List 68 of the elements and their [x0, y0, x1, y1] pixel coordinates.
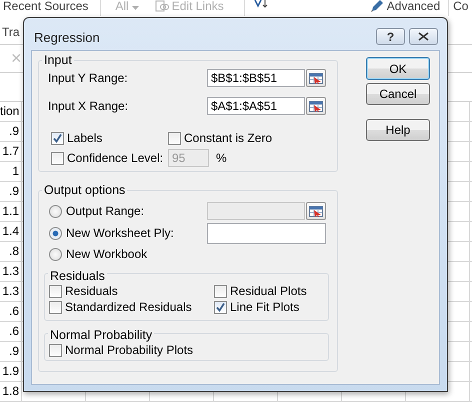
table-cell: 1.4 [0, 222, 22, 241]
table-cell: 1.9 [0, 362, 22, 381]
table-cell: 1 [0, 162, 22, 181]
help-button[interactable]: ? [376, 28, 405, 45]
table-cell: .9 [0, 122, 22, 141]
range-picker-icon [309, 100, 323, 112]
table-cell: 1.1 [0, 202, 22, 221]
checkbox[interactable] [168, 132, 181, 144]
checkbox-label[interactable]: Residuals [65, 284, 118, 298]
ribbon-button[interactable]: Recent Sources [3, 0, 102, 16]
checkbox-label[interactable]: Confidence Level: [67, 151, 164, 165]
table-cell: 1.8 [0, 382, 22, 401]
range-picker-icon [309, 206, 323, 216]
range-select-button[interactable] [306, 97, 326, 115]
close-button[interactable] [409, 28, 438, 45]
checkbox[interactable] [49, 344, 62, 356]
radio-button[interactable] [49, 248, 62, 260]
field-label: Input Y Range: [48, 71, 129, 85]
table-cell: 1.7 [0, 142, 22, 161]
radio-label[interactable]: Output Range: [66, 204, 144, 218]
table-cell: .9 [0, 342, 22, 361]
window-title: Regression [34, 30, 101, 45]
table-cell: .8 [0, 242, 22, 261]
radio-label[interactable]: New Workbook [66, 247, 148, 261]
pencil-icon [370, 0, 384, 13]
sort-icon [254, 0, 270, 8]
ribbon-button[interactable]: Advanced [370, 0, 450, 16]
table-cell: .6 [0, 302, 22, 321]
dialog-button[interactable]: Help [366, 119, 430, 141]
group-title: Input [42, 53, 74, 67]
dialog-button[interactable]: OK [366, 57, 430, 80]
input-field[interactable]: $A$1:$A$51 [207, 97, 305, 115]
dialog-button[interactable]: Cancel [366, 83, 430, 105]
checkbox-label[interactable]: Standardized Residuals [65, 300, 192, 314]
checkbox-label[interactable]: Residual Plots [230, 284, 307, 298]
unit-label: % [216, 151, 227, 165]
checkbox[interactable] [214, 300, 227, 314]
table-cell: tion [0, 102, 22, 121]
checkbox-label[interactable]: Constant is Zero [184, 131, 272, 145]
table-cell: .9 [0, 182, 22, 201]
group-title: Output options [42, 183, 128, 197]
input-field[interactable]: $B$1:$B$51 [207, 69, 305, 87]
radio-button[interactable] [49, 204, 62, 218]
ribbon-label[interactable]: Tra [2, 25, 20, 39]
table-cell: .6 [0, 322, 22, 341]
link-icon [154, 0, 169, 12]
checkbox-label[interactable]: Labels [67, 131, 102, 145]
group-title: Normal Probability [48, 328, 154, 342]
input-field[interactable] [207, 222, 326, 244]
field-label: Input X Range: [48, 99, 130, 113]
checkbox[interactable] [49, 284, 62, 298]
caret-icon [132, 6, 139, 10]
checkbox-label[interactable]: Normal Probability Plots [65, 343, 194, 357]
radio-button[interactable] [49, 226, 62, 240]
checkbox[interactable] [214, 284, 227, 298]
checkbox[interactable] [49, 300, 62, 314]
group-title: Residuals [48, 269, 107, 283]
range-picker-icon [309, 72, 323, 84]
checkbox[interactable] [51, 132, 64, 144]
ribbon-button[interactable]: Co [453, 0, 468, 16]
table-cell: 1.3 [0, 262, 22, 281]
range-select-button[interactable] [306, 202, 326, 220]
radio-label[interactable]: New Worksheet Ply: [66, 226, 174, 240]
checkbox-label[interactable]: Line Fit Plots [230, 300, 300, 314]
close-icon [418, 32, 429, 41]
range-select-button[interactable] [306, 69, 326, 87]
checkbox[interactable] [51, 152, 64, 164]
table-cell: 1.3 [0, 282, 22, 301]
